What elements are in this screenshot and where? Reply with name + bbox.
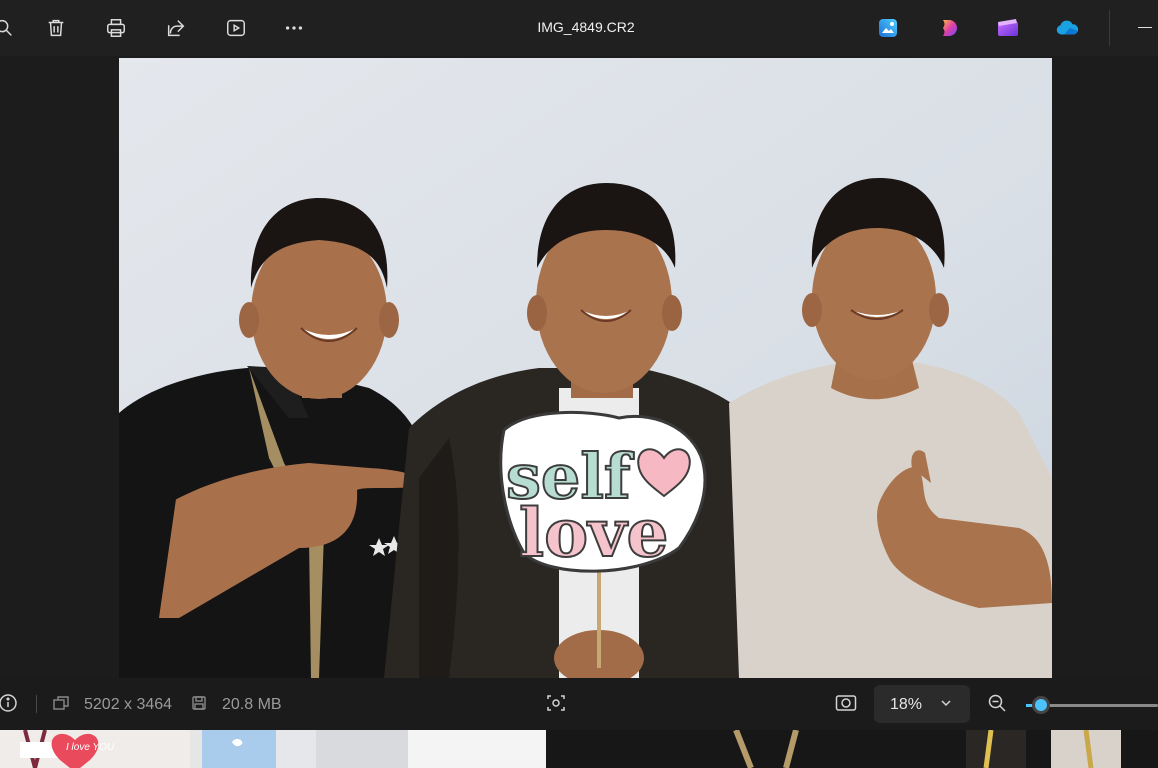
more-icon xyxy=(285,26,303,30)
filmstrip-thumbnail[interactable] xyxy=(316,730,408,768)
zoom-level-dropdown[interactable]: 18% xyxy=(874,685,970,723)
onedrive-icon[interactable] xyxy=(1054,15,1080,41)
zoom-slider-thumb[interactable] xyxy=(1031,695,1051,720)
share-button[interactable] xyxy=(160,12,192,44)
filmstrip-spacer xyxy=(190,730,202,768)
toolbar-divider xyxy=(1109,10,1110,46)
filmstrip-thumbnail[interactable] xyxy=(408,730,546,768)
image-dimensions: 5202 x 3464 xyxy=(84,696,173,713)
status-bar: 5202 x 3464 20.8 MB 18% xyxy=(0,678,1158,730)
info-icon[interactable] xyxy=(0,693,18,713)
sign-word-love: love xyxy=(519,494,668,572)
minimize-button[interactable] xyxy=(1138,27,1152,28)
more-options-button[interactable] xyxy=(278,12,310,44)
status-divider xyxy=(36,695,37,713)
delete-button[interactable] xyxy=(40,12,72,44)
zoom-icon[interactable] xyxy=(0,12,20,44)
file-size-icon xyxy=(189,693,209,713)
print-icon xyxy=(107,19,125,37)
slideshow-button[interactable] xyxy=(220,12,252,44)
zoom-level-value: 18% xyxy=(890,696,923,713)
print-button[interactable] xyxy=(100,12,132,44)
filmstrip: I love YOU xyxy=(0,730,1158,768)
file-size: 20.8 MB xyxy=(222,696,282,713)
filmstrip-thumbnail[interactable] xyxy=(276,730,316,768)
share-icon xyxy=(167,20,185,37)
dimensions-icon xyxy=(51,693,71,713)
photo-canvas: self love xyxy=(0,56,1158,678)
filmstrip-thumbnail[interactable] xyxy=(202,730,276,768)
designer-icon[interactable] xyxy=(936,15,962,41)
top-toolbar: IMG_4849.CR2 xyxy=(0,0,1158,56)
zoom-out-icon[interactable] xyxy=(987,693,1007,713)
slideshow-icon xyxy=(227,19,245,37)
delete-icon xyxy=(48,19,64,37)
chevron-down-icon xyxy=(941,700,951,707)
clipchamp-icon[interactable] xyxy=(995,15,1021,41)
filmstrip-thumbnail[interactable]: I love YOU xyxy=(0,730,190,768)
filmstrip-thumbnail-selected[interactable] xyxy=(546,730,1158,768)
photos-editor-icon[interactable] xyxy=(875,15,901,41)
self-love-sign: self love xyxy=(499,410,707,573)
visual-search-icon[interactable] xyxy=(546,693,566,713)
photo[interactable]: self love xyxy=(119,58,1052,678)
window-title: IMG_4849.CR2 xyxy=(537,19,635,35)
thumbnail-text: I love YOU xyxy=(66,742,115,753)
fit-to-window-icon[interactable] xyxy=(835,693,857,713)
